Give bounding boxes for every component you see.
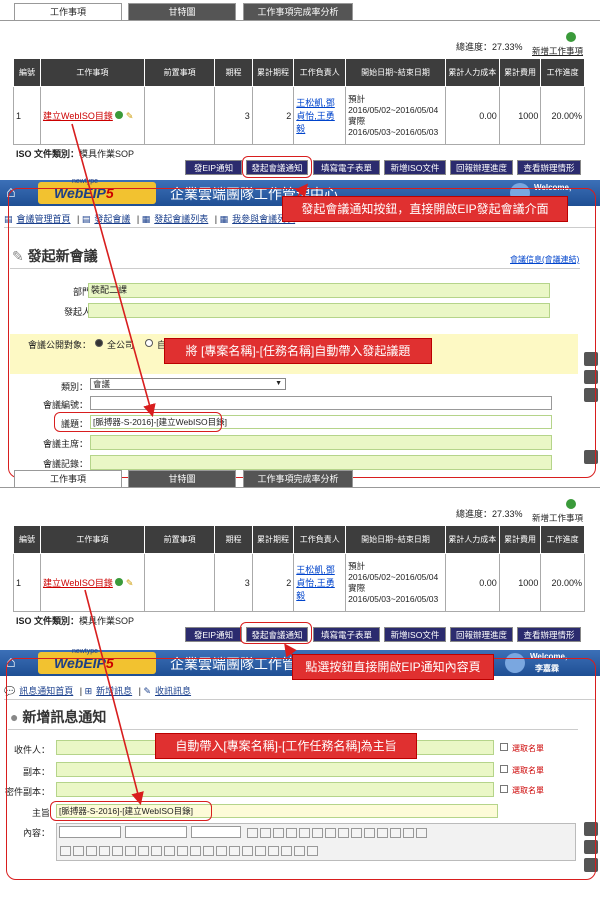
add-task-link-2[interactable]: 新增工作事項: [532, 512, 583, 524]
cell-owner[interactable]: 王松凱,鄧貞怡,王勇毅: [293, 553, 347, 612]
col-progress: 工作進度: [540, 525, 585, 554]
owner-link[interactable]: 王松凱,鄧貞怡,王勇毅: [296, 565, 335, 601]
callout-notice-button: 點選按鈕直接開啟EIP通知內容頁: [292, 654, 494, 680]
cell-cum-duration: 2: [251, 553, 295, 612]
col-dates: 開始日期~結束日期: [345, 525, 446, 554]
callout-topic: 將 [專案名稱]-[任務名稱]自動帶入發起議題: [164, 338, 432, 364]
add-icon[interactable]: [566, 32, 576, 42]
eform-button[interactable]: 填寫電子表單: [313, 160, 380, 175]
col-task: 工作事項: [39, 525, 145, 554]
cell-id: 1: [13, 86, 41, 145]
tab-work-items[interactable]: 工作事項: [14, 3, 122, 20]
cell-task[interactable]: 建立WebISO目錄 ✎: [39, 86, 145, 145]
table-header-row: 編號 工作事項 前置事項 期程 累計期程 工作負責人 開始日期~結束日期 累計人…: [13, 58, 585, 87]
task-table: 編號 工作事項 前置事項 期程 累計期程 工作負責人 開始日期~結束日期 累計人…: [13, 58, 585, 145]
highlight-meeting-button-2: [240, 622, 312, 644]
eform-button-2[interactable]: 填寫電子表單: [313, 627, 380, 642]
col-labor: 累計人力成本: [444, 58, 500, 87]
cell-cost: 1000: [498, 553, 542, 612]
add-sub-icon[interactable]: [115, 578, 124, 586]
task-link[interactable]: 建立WebISO目錄: [43, 111, 113, 121]
cell-duration: 3: [214, 553, 253, 612]
col-owner: 工作負責人: [293, 525, 347, 554]
tab-gantt[interactable]: 甘特圖: [128, 3, 236, 20]
col-cost: 累計費用: [498, 525, 542, 554]
callout-meeting-button: 發起會議通知按鈕，直接開啟EIP發起會議介面: [282, 196, 568, 222]
tab-gantt-2[interactable]: 甘特圖: [128, 470, 236, 487]
overall-progress: 總進度：27.33%: [456, 42, 523, 52]
col-predecessor: 前置事項: [143, 525, 216, 554]
cell-dates: 預計 2016/05/02~2016/05/04 實際 2016/05/03~20…: [345, 553, 446, 612]
cell-labor: 0.00: [444, 553, 500, 612]
col-cost: 累計費用: [498, 58, 542, 87]
cell-cum-duration: 2: [251, 86, 295, 145]
view-status-button[interactable]: 查看辦理情形: [517, 160, 581, 175]
col-progress: 工作進度: [540, 58, 585, 87]
cell-id: 1: [13, 553, 41, 612]
overall-progress-2: 總進度：27.33%: [456, 509, 523, 519]
cell-predecessor: [143, 86, 216, 145]
edit-icon[interactable]: ✎: [126, 578, 134, 588]
cell-labor: 0.00: [444, 86, 500, 145]
iso-category-2: ISO 文件類別：模具作業SOP: [16, 616, 135, 626]
col-owner: 工作負責人: [293, 58, 347, 87]
cell-percent: 20.00%: [540, 553, 585, 612]
col-id: 編號: [13, 58, 41, 87]
col-task: 工作事項: [39, 58, 145, 87]
tab-completion-analysis-2[interactable]: 工作事項完成率分析: [243, 470, 353, 487]
meeting-frame-highlight: [8, 188, 596, 478]
add-task-link[interactable]: 新增工作事項: [532, 45, 583, 57]
tab-work-items-2[interactable]: 工作事項: [14, 470, 122, 487]
task-table-2: 編號 工作事項 前置事項 期程 累計期程 工作負責人 開始日期~結束日期 累計人…: [13, 525, 585, 612]
col-predecessor: 前置事項: [143, 58, 216, 87]
col-cum-duration: 累計期程: [251, 58, 295, 87]
cell-cost: 1000: [498, 86, 542, 145]
view-status-button-2[interactable]: 查看辦理情形: [517, 627, 581, 642]
cell-percent: 20.00%: [540, 86, 585, 145]
task-link[interactable]: 建立WebISO目錄: [43, 578, 113, 588]
cell-task[interactable]: 建立WebISO目錄 ✎: [39, 553, 145, 612]
logo-newtype: newtype: [72, 178, 99, 185]
report-progress-button[interactable]: 回報辦理進度: [450, 160, 513, 175]
col-cum-duration: 累計期程: [251, 525, 295, 554]
col-dates: 開始日期~結束日期: [345, 58, 446, 87]
col-id: 編號: [13, 525, 41, 554]
iso-category: ISO 文件類別：模具作業SOP: [16, 149, 135, 159]
tab-divider-2: [0, 487, 600, 488]
cell-owner[interactable]: 王松凱,鄧貞怡,王勇毅: [293, 86, 347, 145]
tab-completion-analysis[interactable]: 工作事項完成率分析: [243, 3, 353, 20]
table-header-row: 編號 工作事項 前置事項 期程 累計期程 工作負責人 開始日期~結束日期 累計人…: [13, 525, 585, 554]
notice-frame-highlight: [6, 658, 596, 880]
tab-divider: [0, 20, 600, 21]
send-eip-button[interactable]: 發EIP通知: [185, 160, 242, 175]
send-eip-button-2[interactable]: 發EIP通知: [185, 627, 242, 642]
edit-icon[interactable]: ✎: [126, 111, 134, 121]
add-iso-button-2[interactable]: 新增ISO文件: [384, 627, 446, 642]
col-duration: 期程: [214, 525, 253, 554]
logo-newtype: newtype: [72, 648, 99, 655]
table-row[interactable]: 1 建立WebISO目錄 ✎ 3 2 王松凱,鄧貞怡,王勇毅 預計 2016/0…: [13, 553, 585, 612]
cell-dates: 預計 2016/05/02~2016/05/04 實際 2016/05/03~20…: [345, 86, 446, 145]
callout-subject: 自動帶入[專案名稱]-[工作任務名稱]為主旨: [155, 733, 417, 759]
add-sub-icon[interactable]: [115, 111, 124, 119]
highlight-meeting-button: [242, 156, 312, 178]
col-labor: 累計人力成本: [444, 525, 500, 554]
cell-predecessor: [143, 553, 216, 612]
owner-link[interactable]: 王松凱,鄧貞怡,王勇毅: [296, 98, 335, 134]
col-duration: 期程: [214, 58, 253, 87]
table-row[interactable]: 1 建立WebISO目錄 ✎ 3 2 王松凱,鄧貞怡,王勇毅 預計 2016/0…: [13, 86, 585, 145]
add-iso-button[interactable]: 新增ISO文件: [384, 160, 446, 175]
cell-duration: 3: [214, 86, 253, 145]
report-progress-button-2[interactable]: 回報辦理進度: [450, 627, 513, 642]
add-icon-2[interactable]: [566, 499, 576, 509]
